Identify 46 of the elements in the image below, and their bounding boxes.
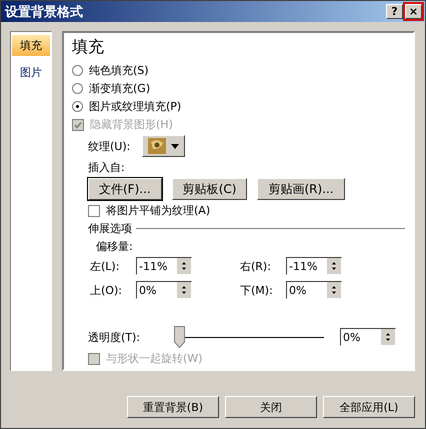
radio-label: 纯色填充(S) bbox=[89, 63, 149, 78]
texture-label: 纹理(U): bbox=[88, 138, 130, 154]
spin-arrows-icon bbox=[177, 258, 191, 274]
slider-thumb[interactable] bbox=[174, 326, 185, 348]
spin-arrows-icon bbox=[327, 282, 341, 298]
radio-label: 渐变填充(G) bbox=[89, 81, 150, 96]
field-label: 右(R): bbox=[240, 258, 272, 274]
insert-label: 插入自: bbox=[87, 160, 126, 175]
texture-dropdown[interactable] bbox=[142, 135, 186, 157]
radio-button[interactable] bbox=[72, 83, 83, 94]
radio-button[interactable] bbox=[72, 101, 83, 112]
spin-field[interactable]: -11% bbox=[136, 257, 192, 275]
field-label: 下(M): bbox=[240, 282, 274, 298]
spin-arrows-icon bbox=[327, 258, 341, 274]
field-label: 上(O): bbox=[90, 282, 123, 298]
sidebar-item[interactable]: 图片 bbox=[12, 62, 50, 83]
dialog-button[interactable]: 全部应用(L) bbox=[323, 396, 415, 418]
spin-field[interactable]: 0% bbox=[340, 328, 396, 346]
section-heading: 填充 bbox=[72, 37, 105, 58]
close-button[interactable]: × bbox=[405, 4, 422, 19]
help-button[interactable]: ? bbox=[386, 4, 403, 19]
insert-button[interactable]: 文件(F)... bbox=[88, 178, 162, 200]
offset-label: 偏移量: bbox=[95, 239, 134, 254]
field-label: 左(L): bbox=[90, 258, 120, 274]
insert-button[interactable]: 剪贴画(R)... bbox=[257, 178, 345, 200]
check-icon bbox=[74, 120, 82, 128]
checkbox-label: 隐藏背景图形(H) bbox=[90, 117, 173, 132]
radio-button[interactable] bbox=[72, 65, 83, 76]
group-title: 伸展选项 bbox=[88, 221, 132, 236]
insert-button[interactable]: 剪贴板(C) bbox=[172, 178, 248, 200]
window-title: 设置背景格式 bbox=[5, 4, 83, 20]
spin-field[interactable]: 0% bbox=[136, 281, 192, 299]
texture-icon bbox=[148, 138, 166, 154]
checkbox-label: 将图片平铺为纹理(A) bbox=[106, 203, 210, 218]
spin-field[interactable]: -11% bbox=[286, 257, 342, 275]
checkbox[interactable] bbox=[88, 204, 100, 216]
checkbox-label: 与形状一起旋转(W) bbox=[106, 351, 202, 366]
spin-arrows-icon bbox=[381, 329, 395, 345]
dialog-button[interactable]: 重置背景(B) bbox=[127, 396, 219, 418]
spin-arrows-icon bbox=[177, 282, 191, 298]
dialog-button[interactable]: 关闭 bbox=[225, 396, 317, 418]
transparency-label: 透明度(T): bbox=[88, 330, 142, 344]
spin-field[interactable]: 0% bbox=[286, 281, 342, 299]
sidebar-item[interactable]: 填充 bbox=[12, 35, 50, 56]
caret-icon bbox=[171, 144, 180, 148]
radio-label: 图片或纹理填充(P) bbox=[89, 99, 182, 114]
